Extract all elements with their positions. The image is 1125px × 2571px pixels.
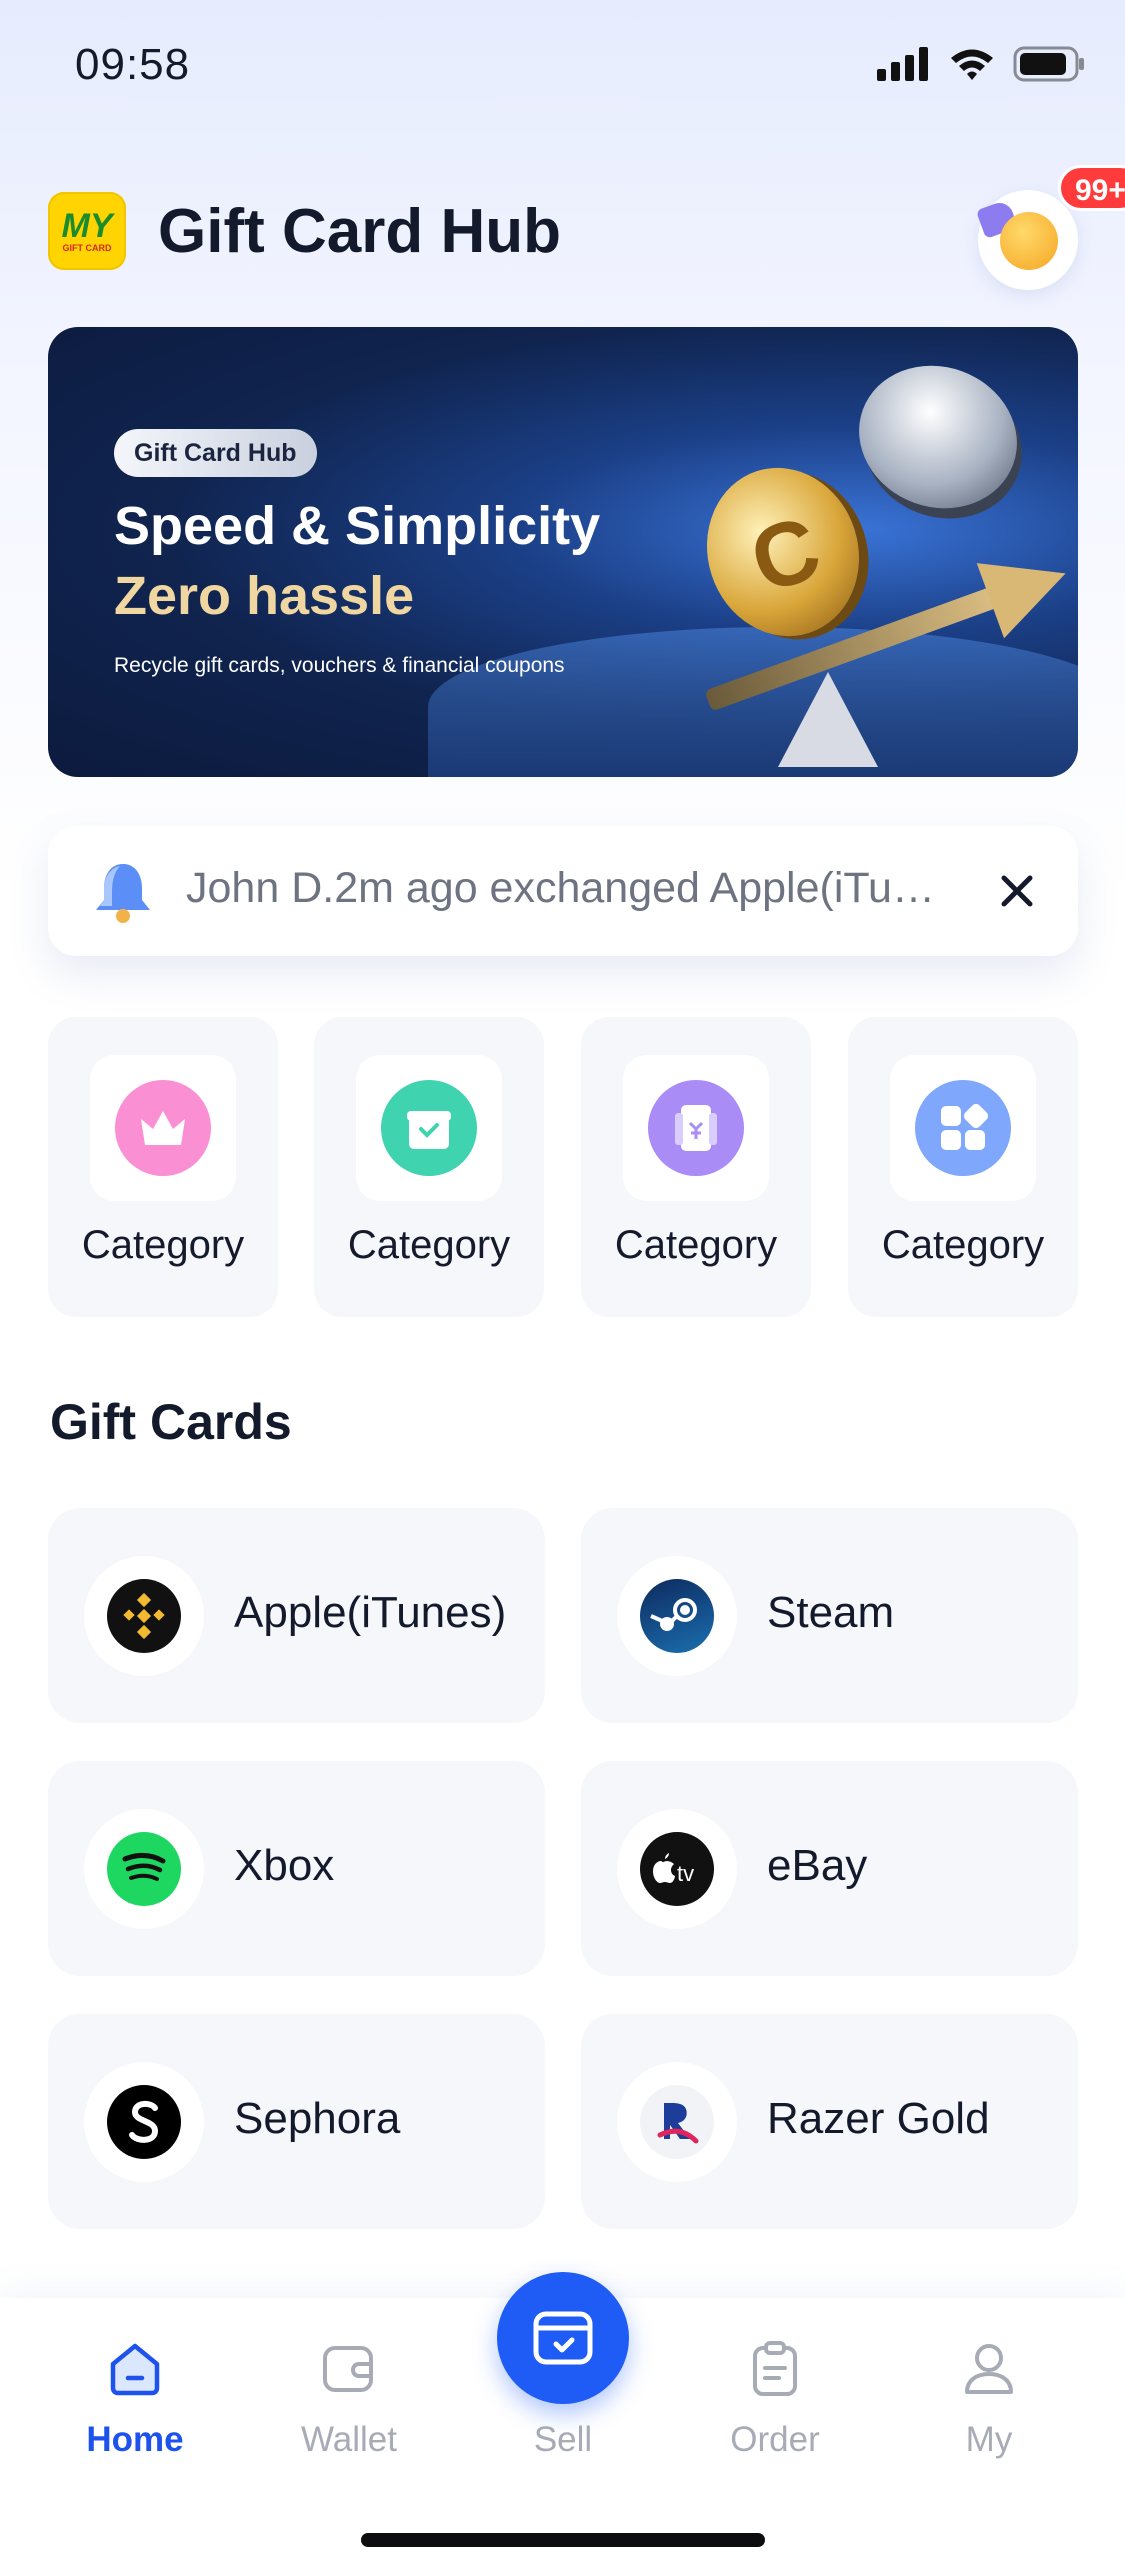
status-icons (877, 46, 1085, 82)
cellular-signal-icon (877, 47, 928, 81)
gift-card-item[interactable]: Xbox (48, 1761, 545, 1976)
app-title: Gift Card Hub (158, 197, 561, 266)
tab-home-label: Home (86, 2420, 184, 2459)
category-label: Category (81, 1223, 245, 1267)
razer-gold-logo-icon (640, 2085, 714, 2159)
gift-card-label: Xbox (234, 1841, 335, 1890)
category-icon-box (890, 1055, 1036, 1201)
category-label: Category (614, 1223, 778, 1267)
sephora-logo-icon (107, 2085, 181, 2159)
bell-icon (96, 864, 150, 923)
home-indicator (361, 2533, 765, 2547)
banner-subheadline: Zero hassle (114, 566, 415, 626)
notification-avatar-button[interactable]: 99+ (975, 165, 1125, 290)
gift-card-logo-ring: tv (617, 1809, 737, 1929)
banner-tag: Gift Card Hub (114, 429, 317, 477)
banner-landscape (428, 627, 1078, 777)
banner-headline: Speed & Simplicity (114, 496, 601, 556)
category-card-4[interactable]: Category (848, 1017, 1078, 1317)
gift-card-label: Sephora (234, 2094, 401, 2143)
tab-order-label: Order (730, 2420, 820, 2459)
sell-card-icon (533, 2311, 593, 2365)
app-logo-text: MY (61, 207, 113, 245)
category-card-2[interactable]: Category (314, 1017, 544, 1317)
gift-card-label: Steam (767, 1588, 895, 1637)
gift-card-logo-ring (84, 1809, 204, 1929)
category-card-1[interactable]: Category (48, 1017, 278, 1317)
gift-card-item[interactable]: Razer Gold (581, 2014, 1078, 2229)
tab-home[interactable]: Home (45, 2338, 225, 2478)
gift-card-label: Razer Gold (767, 2094, 990, 2143)
gift-card-logo-ring (617, 1556, 737, 1676)
category-label: Category (881, 1223, 1045, 1267)
gift-card-logo-ring (84, 1556, 204, 1676)
category-icon-box (90, 1055, 236, 1201)
gift-cards-section-title: Gift Cards (50, 1394, 292, 1450)
wifi-icon (951, 49, 993, 80)
status-bar: 09:58 (0, 0, 1125, 130)
tab-sell-label: Sell (533, 2420, 593, 2459)
sell-button[interactable] (497, 2272, 629, 2404)
category-row: Category Category Category Category (48, 1017, 1078, 1317)
status-time: 09:58 (75, 40, 191, 89)
tab-my-label: My (965, 2420, 1013, 2459)
user-icon (965, 2344, 1013, 2394)
category-icon-box (623, 1055, 769, 1201)
battery-icon (1013, 46, 1084, 82)
steam-logo-icon (640, 1579, 714, 1653)
tab-my[interactable]: My (899, 2338, 1079, 2478)
binance-logo-icon (107, 1579, 181, 1653)
svg-text:tv: tv (677, 1861, 694, 1886)
clipboard-icon (753, 2341, 797, 2396)
ethereum-coin-icon (838, 343, 1038, 531)
gold-coin-icon: C (685, 447, 881, 657)
emoji-face-icon (1000, 212, 1058, 270)
apple-tv-logo-icon: tv (640, 1832, 714, 1906)
category-card-3[interactable]: Category (581, 1017, 811, 1317)
close-icon[interactable] (992, 866, 1042, 916)
wallet-icon (323, 2346, 373, 2392)
app-logo-subtext: GIFT CARD (62, 243, 112, 253)
crown-icon (115, 1080, 211, 1176)
gift-card-item[interactable]: tv eBay (581, 1761, 1078, 1976)
category-icon-box (356, 1055, 502, 1201)
voucher-icon (648, 1080, 744, 1176)
promo-banner[interactable]: C Gift Card Hub Speed & Simplicity Zero … (48, 327, 1078, 777)
grid-icon (915, 1080, 1011, 1176)
gift-card-logo-ring (617, 2062, 737, 2182)
gift-card-item[interactable]: Apple(iTunes) (48, 1508, 545, 1723)
app-header: MY GIFT CARD Gift Card Hub 99+ (48, 165, 1125, 290)
gift-card-item[interactable]: Sephora (48, 2014, 545, 2229)
tab-wallet[interactable]: Wallet (259, 2338, 439, 2478)
ticker-message: John D.2m ago exchanged Apple(iTunes) gi… (186, 864, 956, 912)
notification-badge: 99+ (1058, 165, 1125, 211)
gift-card-item[interactable]: Steam (581, 1508, 1078, 1723)
gift-card-label: eBay (767, 1841, 868, 1890)
spotify-logo-icon (107, 1832, 181, 1906)
gift-card-logo-ring (84, 2062, 204, 2182)
growth-arrow-head-icon (976, 535, 1078, 639)
gift-box-icon (381, 1080, 477, 1176)
category-label: Category (347, 1223, 511, 1267)
pyramid-icon (778, 672, 878, 767)
home-icon (110, 2343, 160, 2396)
gift-card-label: Apple(iTunes) (234, 1588, 507, 1637)
app-logo: MY GIFT CARD (48, 192, 126, 270)
exchange-ticker[interactable]: John D.2m ago exchanged Apple(iTunes) gi… (48, 826, 1078, 956)
tab-wallet-label: Wallet (301, 2420, 397, 2459)
tab-order[interactable]: Order (685, 2338, 865, 2478)
banner-description: Recycle gift cards, vouchers & financial… (114, 654, 565, 677)
